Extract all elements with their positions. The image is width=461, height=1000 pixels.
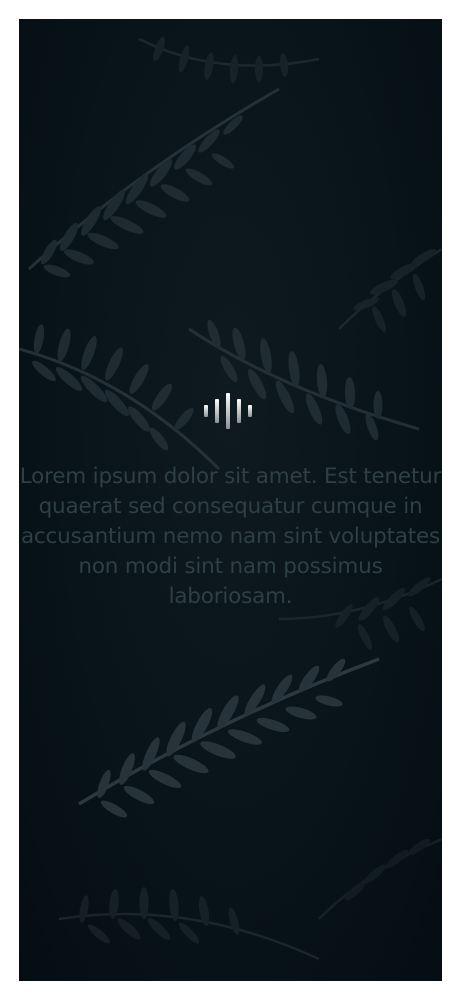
splash-tagline: Lorem ipsum dolor sit amet. Est tenetur … — [19, 464, 442, 609]
splash-screen: Lorem ipsum dolor sit amet. Est tenetur … — [19, 19, 442, 981]
sound-wave-icon — [204, 393, 252, 429]
